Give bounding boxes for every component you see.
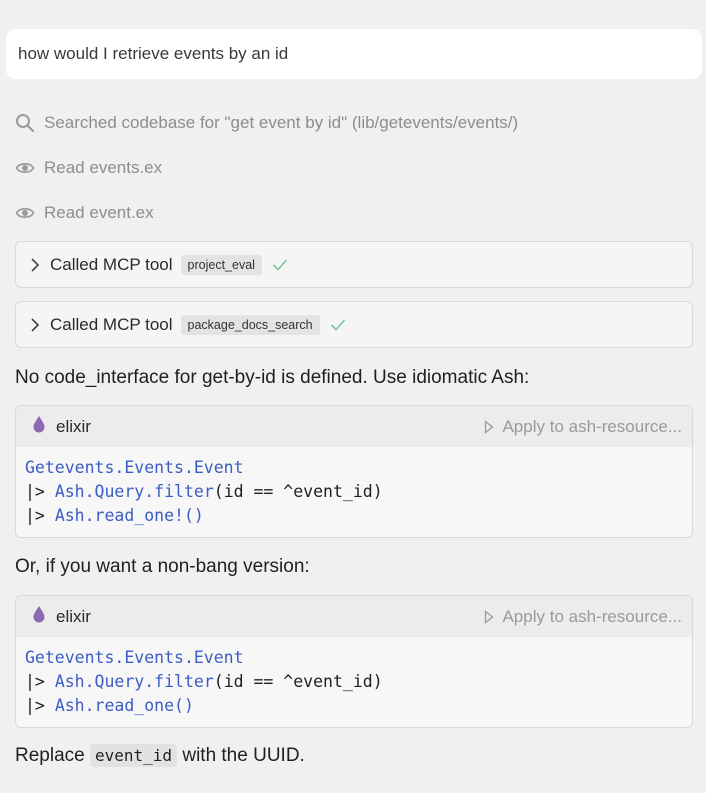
outro-text: with the UUID.: [177, 745, 305, 766]
check-icon: [272, 258, 288, 272]
apply-label: Apply to ash-resource...: [502, 606, 682, 626]
code-token: Ash.Query.filter: [54, 672, 214, 691]
answer-alt-intro: Or, if you want a non-bang version:: [15, 556, 310, 577]
code-token: (id == ^event_id): [213, 672, 383, 691]
apply-label: Apply to ash-resource...: [502, 416, 682, 436]
inline-code: event_id: [90, 744, 178, 767]
step-search-text: Searched codebase for "get event by id" …: [44, 113, 519, 132]
tool-call-project-eval[interactable]: Called MCP tool project_eval: [15, 241, 693, 288]
prompt-text: how would I retrieve events by an id: [18, 44, 289, 63]
code-block: elixir Apply to ash-resource... Getevent…: [15, 595, 693, 728]
step-read-event: Read event.ex: [15, 201, 154, 225]
code-token: Getevents.Events.Event: [25, 458, 244, 477]
step-read-events-text: Read events.ex: [44, 158, 163, 177]
chevron-right-icon[interactable]: [30, 317, 40, 332]
tool-name-badge: project_eval: [180, 254, 262, 275]
tool-call-label: Called MCP tool: [50, 254, 173, 274]
code-language-label: elixir: [56, 606, 91, 626]
code-content: Getevents.Events.Event |> Ash.Query.filt…: [16, 447, 692, 537]
code-token: (): [174, 696, 194, 715]
tool-call-label: Called MCP tool: [50, 314, 173, 334]
code-token: (id == ^event_id): [213, 482, 383, 501]
code-token: Getevents.Events.Event: [25, 648, 244, 667]
play-icon: [485, 609, 495, 624]
apply-button[interactable]: Apply to ash-resource...: [484, 607, 682, 627]
code-token: Ash.Query.filter: [54, 482, 214, 501]
step-search: Searched codebase for "get event by id" …: [15, 111, 518, 135]
eye-icon: [15, 203, 35, 223]
code-language-label: elixir: [56, 416, 91, 436]
elixir-drop-icon: [32, 605, 46, 628]
step-read-event-text: Read event.ex: [44, 203, 154, 222]
code-token: |>: [25, 672, 55, 691]
code-block-header: elixir Apply to ash-resource...: [16, 596, 692, 637]
code-token: (): [183, 506, 204, 525]
code-token: |>: [25, 506, 55, 525]
answer-outro: Replace event_id with the UUID.: [15, 744, 305, 767]
code-token: |>: [25, 482, 55, 501]
code-token: |>: [25, 696, 55, 715]
code-token: Ash.read_one!: [54, 506, 184, 525]
eye-icon: [15, 158, 35, 178]
play-icon: [485, 419, 495, 434]
code-block: elixir Apply to ash-resource... Getevent…: [15, 405, 693, 538]
apply-button[interactable]: Apply to ash-resource...: [484, 417, 682, 437]
outro-text: Replace: [15, 745, 90, 766]
tool-call-package-docs-search[interactable]: Called MCP tool package_docs_search: [15, 301, 693, 348]
step-read-events: Read events.ex: [15, 156, 162, 180]
code-token: Ash.read_one: [54, 696, 175, 715]
answer-intro: No code_interface for get-by-id is defin…: [15, 367, 530, 388]
code-content: Getevents.Events.Event |> Ash.Query.filt…: [16, 637, 692, 727]
prompt-box[interactable]: how would I retrieve events by an id: [6, 29, 702, 79]
check-icon: [330, 318, 346, 332]
search-icon: [15, 113, 35, 133]
chevron-right-icon[interactable]: [30, 257, 40, 272]
code-block-header: elixir Apply to ash-resource...: [16, 406, 692, 447]
elixir-drop-icon: [32, 415, 46, 438]
tool-name-badge: package_docs_search: [180, 314, 320, 335]
